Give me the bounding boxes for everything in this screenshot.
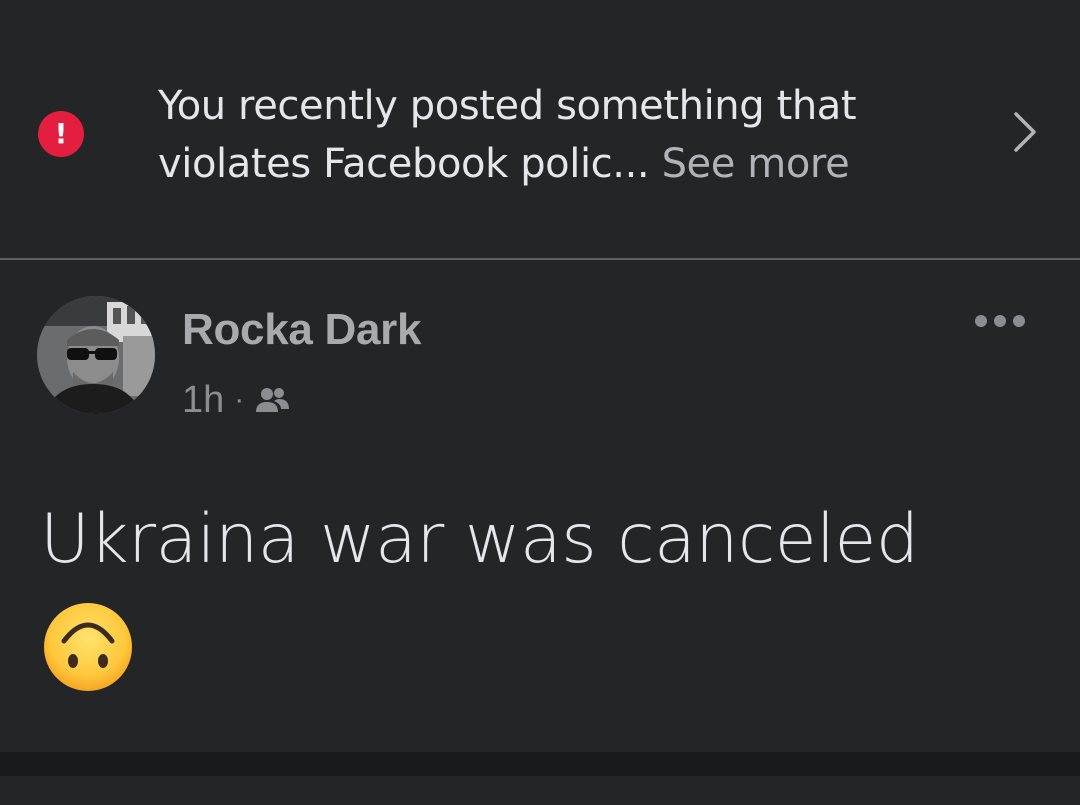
facebook-feed-screen: ! You recently posted something that vio… [0,0,1080,805]
warning-line-1: You recently posted something that [158,83,857,129]
post-time[interactable]: 1h [182,379,224,422]
meta-separator: · [234,383,245,416]
friends-icon[interactable] [254,385,290,415]
post-text: Ukraina war was canceled [40,500,919,579]
alert-icon: ! [38,111,84,157]
policy-warning-banner[interactable]: ! You recently posted something that vio… [0,0,1080,258]
warning-line-2: violates Facebook polic... See more [158,135,948,193]
post-meta: 1h · [182,378,290,422]
see-more-link[interactable]: See more [662,141,850,187]
warning-line-2-text: violates Facebook polic... [158,141,650,187]
author-name[interactable]: Rocka Dark [182,304,421,356]
feed-post: Rocka Dark 1h · Ukraina war was canceled [0,260,1080,752]
chevron-right-icon[interactable] [1004,110,1044,154]
policy-warning-text[interactable]: You recently posted something that viola… [158,77,948,193]
avatar-photo [37,296,155,414]
feed-separator [0,752,1080,776]
more-horizontal-icon[interactable] [972,312,1028,330]
avatar[interactable] [37,296,155,414]
next-post-card [0,776,1080,805]
upside-down-face-emoji [44,603,132,691]
